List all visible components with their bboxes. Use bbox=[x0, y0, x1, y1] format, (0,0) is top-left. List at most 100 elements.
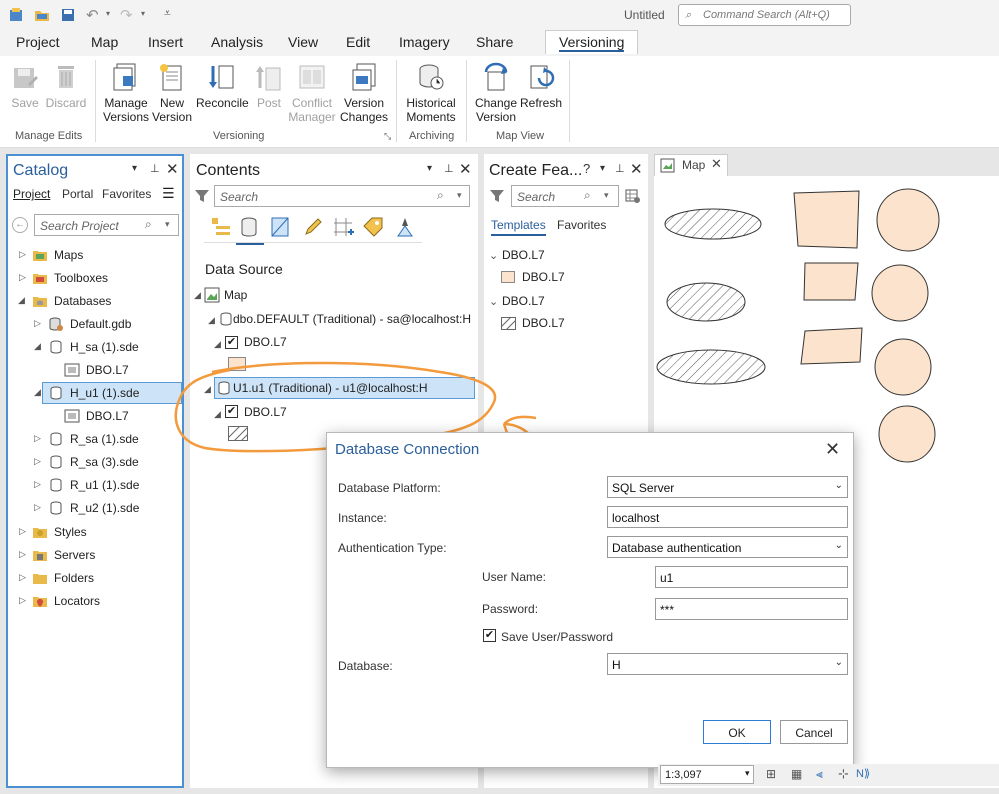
chevron-down-icon[interactable]: ⌄ bbox=[489, 295, 498, 308]
catalog-item-toolboxes[interactable]: Toolboxes bbox=[54, 271, 108, 285]
database-select[interactable]: H ⌄ bbox=[607, 653, 848, 675]
close-icon[interactable]: ✕ bbox=[630, 160, 643, 178]
platform-select[interactable]: SQL Server ⌄ bbox=[607, 476, 848, 498]
close-icon[interactable]: ✕ bbox=[711, 156, 722, 172]
constraints-icon[interactable]: ⫷ bbox=[816, 767, 823, 782]
new-project-icon[interactable] bbox=[8, 7, 24, 23]
tab-imagery[interactable]: Imagery bbox=[399, 34, 450, 50]
close-icon[interactable]: ✕ bbox=[166, 160, 179, 178]
undo-icon[interactable]: ↶ bbox=[86, 6, 99, 24]
catalog-item-r-sa-1[interactable]: R_sa (1).sde bbox=[70, 432, 139, 446]
help-icon[interactable]: ? bbox=[583, 161, 590, 176]
chevron-down-icon[interactable]: ▾ bbox=[600, 163, 605, 174]
expand-icon[interactable]: ▷ bbox=[19, 526, 26, 537]
catalog-item-h-u1[interactable]: H_u1 (1).sde bbox=[70, 386, 139, 400]
layer-visibility-checkbox[interactable]: ✔ bbox=[225, 405, 238, 418]
catalog-item-dbo-l7[interactable]: DBO.L7 bbox=[86, 363, 129, 377]
catalog-item-maps[interactable]: Maps bbox=[54, 248, 83, 262]
post-button[interactable]: Post bbox=[254, 62, 284, 110]
template-group[interactable]: DBO.L7 bbox=[502, 248, 545, 262]
list-by-selection-icon[interactable] bbox=[270, 216, 292, 238]
layer-hatch-symbol-swatch[interactable] bbox=[228, 426, 248, 441]
layer-symbol-swatch[interactable] bbox=[228, 357, 246, 371]
filter-icon[interactable] bbox=[489, 188, 505, 204]
list-by-labeling-icon[interactable] bbox=[362, 216, 384, 238]
list-by-editing-icon[interactable] bbox=[302, 216, 324, 238]
tab-map-view[interactable]: Map ✕ bbox=[654, 154, 728, 176]
menu-icon[interactable]: ☰ bbox=[162, 185, 175, 202]
tab-share[interactable]: Share bbox=[476, 34, 513, 50]
save-project-icon[interactable] bbox=[60, 7, 76, 23]
auth-type-select[interactable]: Database authentication ⌄ bbox=[607, 536, 848, 558]
manage-templates-icon[interactable] bbox=[625, 188, 641, 204]
catalog-item-databases[interactable]: Databases bbox=[54, 294, 111, 308]
contents-map[interactable]: Map bbox=[224, 288, 247, 302]
tab-catalog-favorites[interactable]: Favorites bbox=[102, 187, 151, 201]
pin-icon[interactable]: ⊥ bbox=[615, 162, 625, 175]
chevron-down-icon[interactable]: ⌄ bbox=[489, 249, 498, 262]
collapse-icon[interactable]: ◢ bbox=[208, 315, 215, 326]
customize-toolbar-icon[interactable]: ⩡ bbox=[164, 6, 171, 21]
pin-icon[interactable]: ⊥ bbox=[444, 162, 454, 175]
refresh-button[interactable]: Refresh bbox=[520, 62, 562, 110]
back-icon[interactable]: ← bbox=[12, 217, 28, 233]
expand-icon[interactable]: ▷ bbox=[19, 272, 26, 283]
expand-icon[interactable]: ▷ bbox=[19, 249, 26, 260]
catalog-item-r-u2[interactable]: R_u2 (1).sde bbox=[70, 501, 139, 515]
snapping-icon[interactable]: ⊹ bbox=[838, 766, 849, 782]
contents-search-input[interactable]: Search ⌕ ▾ bbox=[214, 185, 470, 207]
tab-versioning[interactable]: Versioning bbox=[545, 30, 639, 54]
collapse-icon[interactable]: ◢ bbox=[34, 341, 41, 352]
list-by-snapping-icon[interactable] bbox=[332, 216, 354, 238]
contents-layer-dbo-l7[interactable]: DBO.L7 bbox=[244, 335, 287, 349]
save-edits-button[interactable]: Save bbox=[8, 62, 42, 110]
collapse-icon[interactable]: ◢ bbox=[18, 295, 25, 306]
catalog-item-h-sa[interactable]: H_sa (1).sde bbox=[70, 340, 139, 354]
instance-field[interactable]: localhost bbox=[607, 506, 848, 528]
save-credentials-checkbox[interactable]: ✔ bbox=[483, 629, 496, 642]
template-group-2[interactable]: DBO.L7 bbox=[502, 294, 545, 308]
table-icon[interactable]: ▦ bbox=[791, 767, 802, 781]
tab-map[interactable]: Map bbox=[91, 34, 118, 50]
expand-icon[interactable]: ▷ bbox=[19, 549, 26, 560]
user-name-field[interactable]: u1 bbox=[655, 566, 848, 588]
template-item[interactable]: DBO.L7 bbox=[522, 270, 565, 284]
expand-icon[interactable]: ▷ bbox=[19, 595, 26, 606]
create-features-search-input[interactable]: Search ⌕ ▾ bbox=[511, 185, 619, 207]
collapse-icon[interactable]: ◢ bbox=[204, 384, 211, 395]
collapse-icon[interactable]: ◢ bbox=[214, 339, 221, 350]
catalog-item-r-u1[interactable]: R_u1 (1).sde bbox=[70, 478, 139, 492]
tab-edit[interactable]: Edit bbox=[346, 34, 370, 50]
tab-insert[interactable]: Insert bbox=[148, 34, 183, 50]
contents-layer-dbo-l7-2[interactable]: DBO.L7 bbox=[244, 405, 287, 419]
change-version-button[interactable]: Change Version bbox=[472, 62, 520, 124]
north-arrow-icon[interactable]: N⟫ bbox=[856, 767, 870, 780]
close-icon[interactable]: ✕ bbox=[459, 160, 472, 178]
ok-button[interactable]: OK bbox=[703, 720, 771, 744]
conflict-manager-button[interactable]: Conflict Manager bbox=[288, 62, 336, 124]
manage-versions-button[interactable]: Manage Versions bbox=[102, 62, 150, 124]
scale-select[interactable]: 1:3,097 ▾ bbox=[660, 765, 754, 784]
historical-moments-button[interactable]: Historical Moments bbox=[402, 62, 460, 124]
chevron-down-icon[interactable]: ▾ bbox=[427, 163, 432, 174]
chevron-down-icon[interactable]: ▾ bbox=[457, 190, 462, 201]
expand-icon[interactable]: ▷ bbox=[34, 502, 41, 513]
chevron-down-icon[interactable]: ▾ bbox=[132, 163, 137, 174]
expand-icon[interactable]: ▷ bbox=[34, 433, 41, 444]
version-changes-button[interactable]: Version Changes bbox=[340, 62, 388, 124]
pin-icon[interactable]: ⊥ bbox=[150, 162, 160, 175]
catalog-item-default-gdb[interactable]: Default.gdb bbox=[70, 317, 131, 331]
collapse-icon[interactable]: ◢ bbox=[34, 387, 41, 398]
tab-view[interactable]: View bbox=[288, 34, 318, 50]
chevron-down-icon[interactable]: ▾ bbox=[165, 219, 170, 230]
undo-dropdown-icon[interactable]: ▾ bbox=[106, 9, 110, 18]
tab-templates[interactable]: Templates bbox=[491, 218, 546, 236]
tab-project[interactable]: Project bbox=[16, 34, 60, 50]
expand-icon[interactable]: ▷ bbox=[19, 572, 26, 583]
new-version-button[interactable]: New Version bbox=[152, 62, 192, 124]
password-field[interactable]: *** bbox=[655, 598, 848, 620]
command-search-input[interactable]: ⌕ Command Search (Alt+Q) bbox=[678, 4, 851, 26]
redo-icon[interactable]: ↷ bbox=[120, 6, 133, 24]
cancel-button[interactable]: Cancel bbox=[780, 720, 848, 744]
layer-visibility-checkbox[interactable]: ✔ bbox=[225, 336, 238, 349]
